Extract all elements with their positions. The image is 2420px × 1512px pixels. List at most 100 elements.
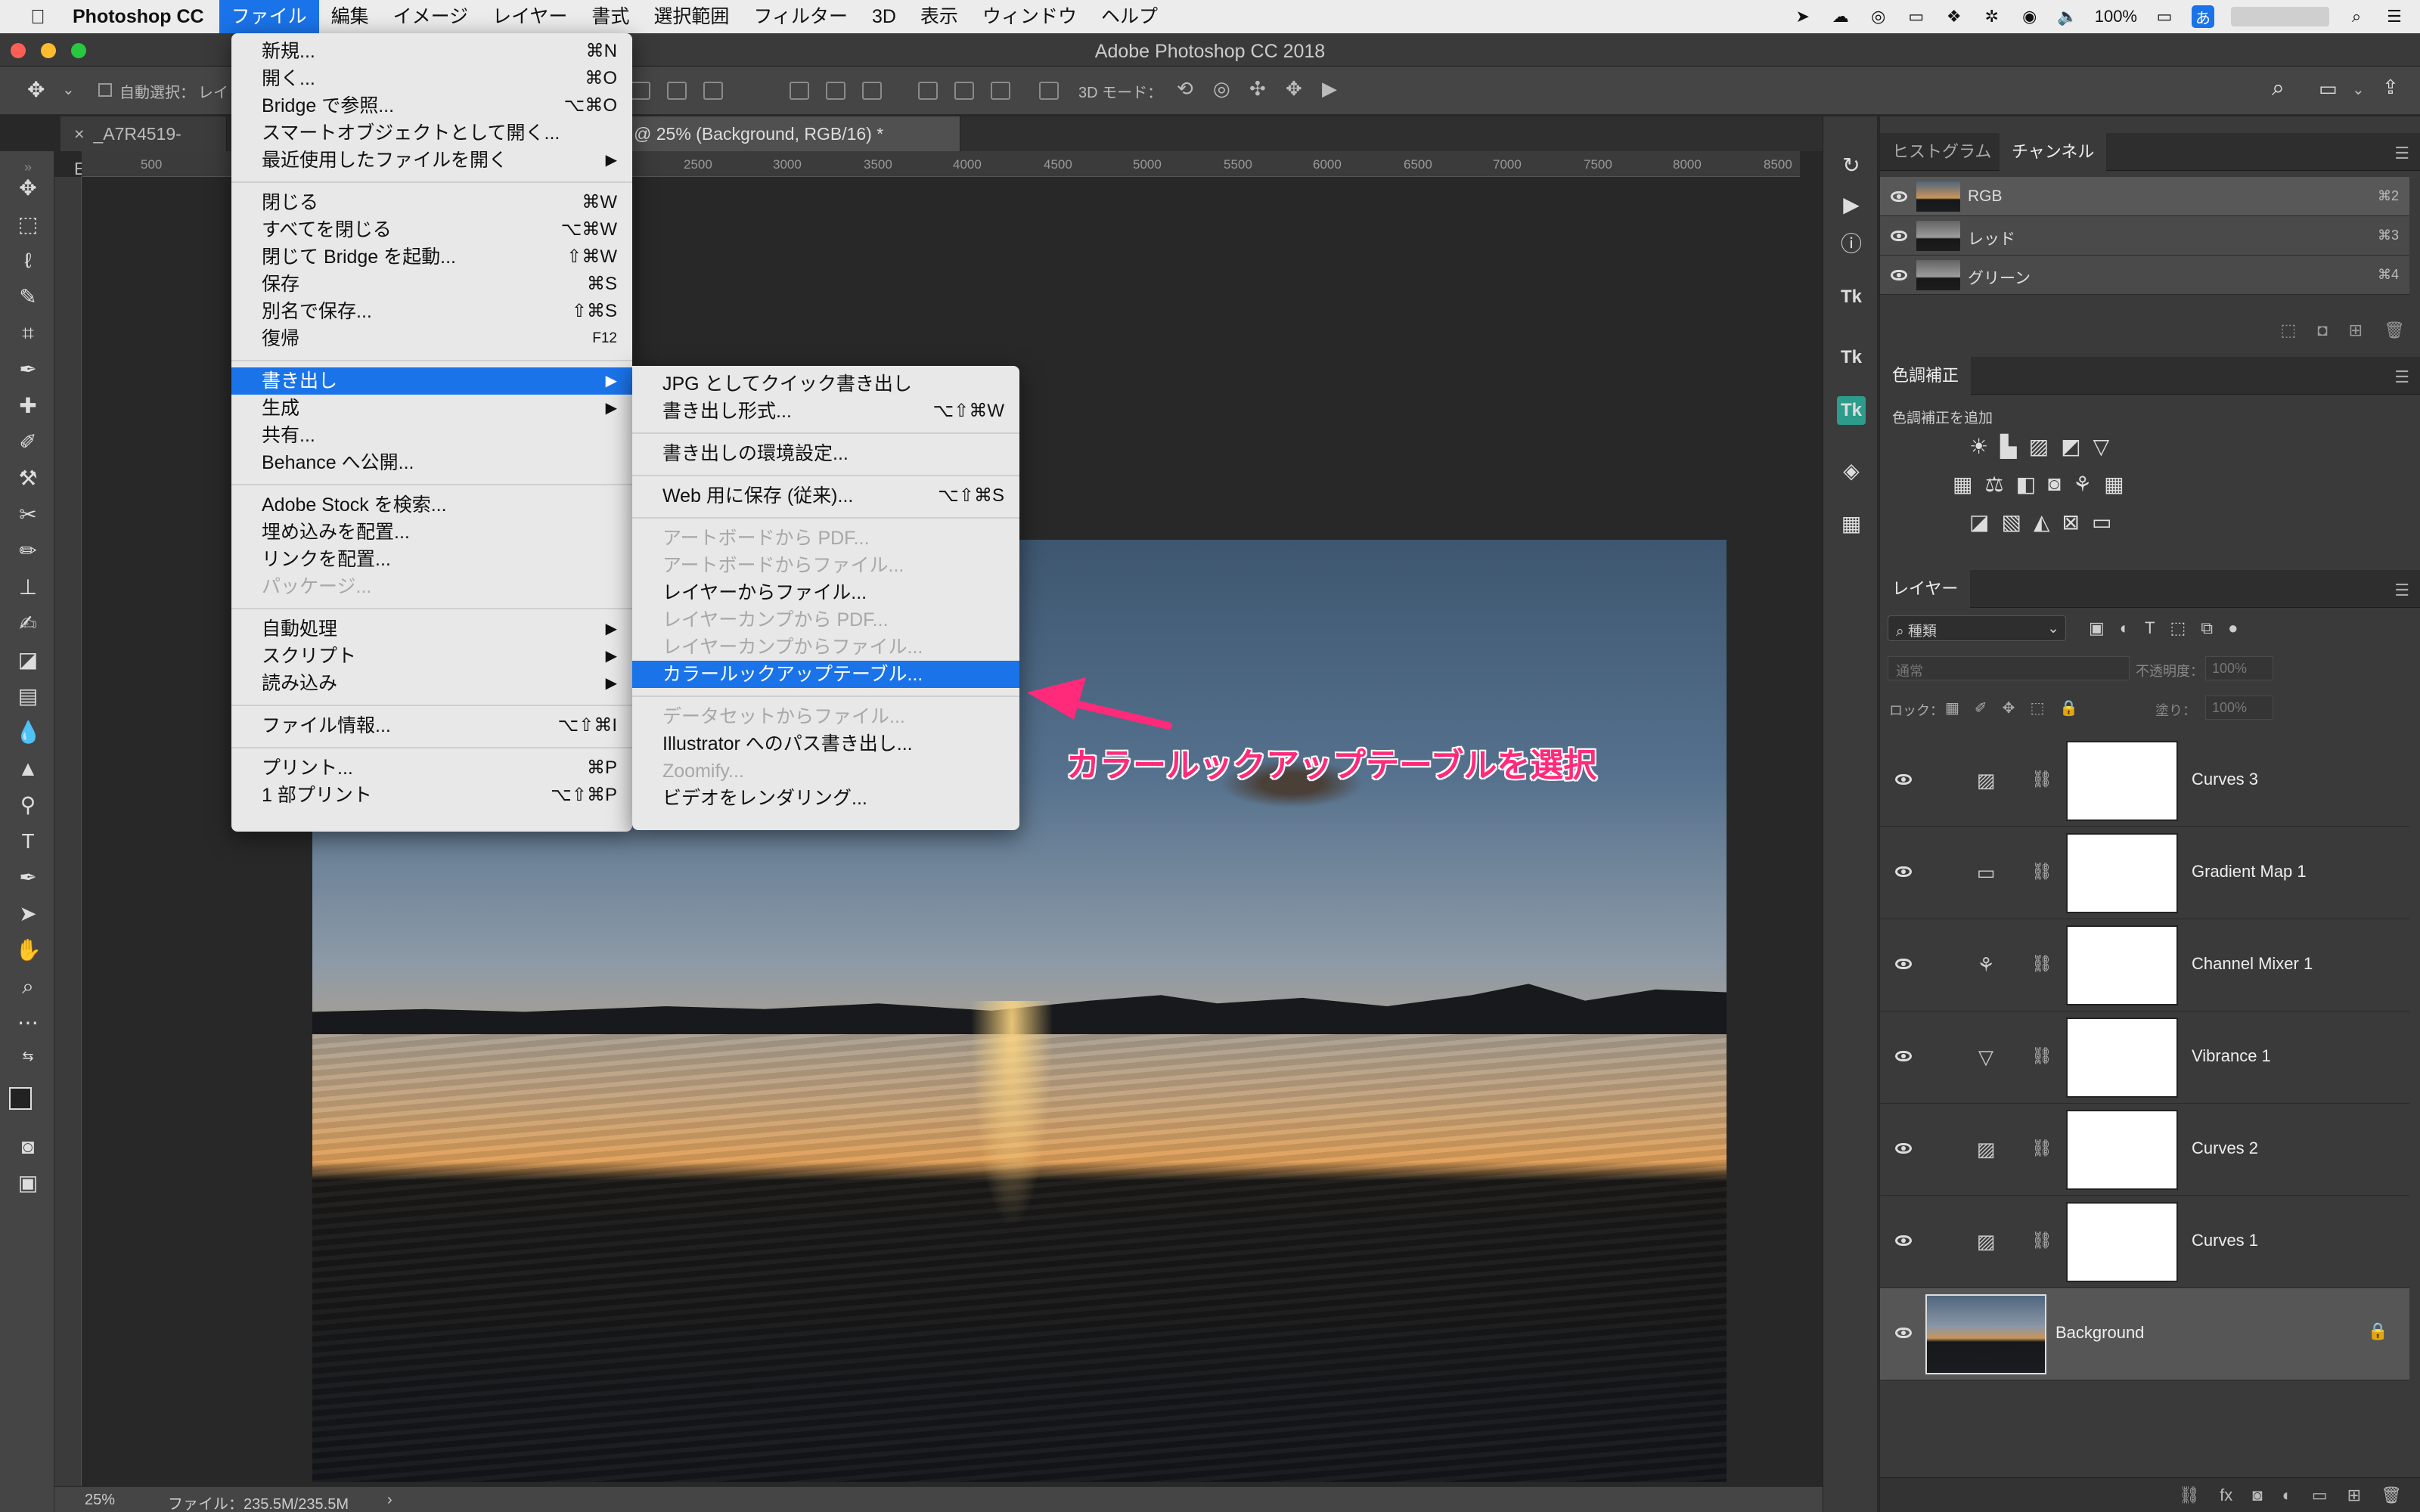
menu-item-save[interactable]: 保存 ⌘S bbox=[231, 271, 632, 298]
gradient-map-icon[interactable]: ▭ bbox=[2092, 510, 2111, 534]
filter-smart-object-icon[interactable]: ⧉ bbox=[2201, 618, 2213, 638]
layer-name[interactable]: Vibrance 1 bbox=[2192, 1046, 2271, 1066]
document-tab-active[interactable]: @ 25% (Background, RGB/16) * bbox=[620, 116, 960, 151]
layer-mask-thumbnail[interactable] bbox=[2066, 833, 2178, 913]
visibility-eye-icon[interactable] bbox=[1891, 191, 1907, 202]
menu-type[interactable]: 書式 bbox=[579, 0, 641, 33]
menu-image[interactable]: イメージ bbox=[381, 0, 481, 33]
tab-adjustments[interactable]: 色調補正 bbox=[1880, 357, 1972, 395]
layer-row[interactable]: ⚘ ⛓ Channel Mixer 1 bbox=[1880, 919, 2409, 1012]
apple-menu-icon[interactable]:  bbox=[23, 5, 53, 29]
layer-mask-thumbnail[interactable] bbox=[2066, 925, 2178, 1005]
channel-row-green[interactable]: グリーン ⌘4 bbox=[1880, 256, 2409, 295]
menu-filter[interactable]: フィルター bbox=[741, 0, 860, 33]
delete-channel-icon[interactable]: 🗑 bbox=[2384, 321, 2405, 340]
foreground-color-swatch[interactable] bbox=[9, 1087, 32, 1110]
channel-row-red[interactable]: レッド ⌘3 bbox=[1880, 216, 2409, 256]
tab-layers[interactable]: レイヤー bbox=[1880, 570, 1971, 608]
app-menu[interactable]: Photoshop CC bbox=[73, 6, 204, 28]
align-left-icon[interactable] bbox=[631, 82, 650, 100]
link-icon[interactable]: ⛓ bbox=[2031, 1139, 2052, 1158]
menu-item-close-go-bridge[interactable]: 閉じて Bridge を起動... ⇧⌘W bbox=[231, 243, 632, 271]
link-icon[interactable]: ⛓ bbox=[2031, 1046, 2052, 1066]
visibility-eye-icon[interactable] bbox=[1895, 959, 1912, 969]
distribute-right-icon[interactable] bbox=[991, 82, 1010, 100]
visibility-eye-icon[interactable] bbox=[1895, 1051, 1912, 1061]
direction-icon[interactable]: ➤ bbox=[1792, 6, 1813, 27]
blend-mode-dropdown[interactable]: 通常 bbox=[1888, 656, 2130, 680]
load-selection-icon[interactable]: ⬚ bbox=[2281, 321, 2297, 340]
menu-item-scripts[interactable]: スクリプト ▶ bbox=[231, 643, 632, 670]
filter-type-icon[interactable]: T bbox=[2145, 618, 2155, 638]
tk-teal-panel-icon[interactable]: Tk bbox=[1837, 396, 1866, 425]
visibility-eye-icon[interactable] bbox=[1895, 1328, 1912, 1338]
network-icon[interactable]: ✲ bbox=[1981, 6, 2003, 27]
distribute-left-icon[interactable] bbox=[918, 82, 938, 100]
3d-orbit-icon[interactable]: ⟲ bbox=[1177, 77, 1193, 101]
tool-preset-chevron-icon[interactable]: ⌄ bbox=[62, 80, 75, 99]
crop-tool-icon[interactable]: ⌗ bbox=[15, 321, 41, 346]
posterize-icon[interactable]: ▧ bbox=[2001, 510, 2021, 534]
exposure-icon[interactable]: ◩ bbox=[2061, 434, 2080, 459]
tab-channels[interactable]: チャンネル bbox=[2000, 133, 2107, 171]
tk-color-panel-icon[interactable]: Tk bbox=[1837, 343, 1866, 372]
threshold-icon[interactable]: ◭ bbox=[2034, 510, 2050, 534]
menu-item-revert[interactable]: 復帰 F12 bbox=[231, 325, 632, 352]
channel-mixer-icon[interactable]: ⚘ bbox=[2073, 472, 2092, 497]
panel-menu-icon[interactable]: ☰ bbox=[2394, 367, 2409, 387]
hue-saturation-icon[interactable]: ▦ bbox=[1953, 472, 1972, 497]
invert-icon[interactable]: ◪ bbox=[1969, 510, 1989, 534]
layer-row[interactable]: ▭ ⛓ Gradient Map 1 bbox=[1880, 827, 2409, 919]
link-layers-icon[interactable]: ⛓ bbox=[2179, 1486, 2200, 1505]
type-tool-icon[interactable]: T bbox=[15, 829, 41, 854]
history-brush-icon[interactable]: ✂ bbox=[15, 502, 41, 528]
menu-item-print-one-copy[interactable]: 1 部プリント ⌥⇧⌘P bbox=[231, 782, 632, 809]
layer-row-background[interactable]: Background 🔒 bbox=[1880, 1288, 2409, 1380]
properties-panel-icon[interactable]: ▦ bbox=[1837, 510, 1866, 538]
menu-item-print[interactable]: プリント... ⌘P bbox=[231, 754, 632, 782]
3d-scale-icon[interactable]: ▶ bbox=[1322, 77, 1337, 101]
align-center-icon[interactable] bbox=[667, 82, 687, 100]
menu-item-open-recent[interactable]: 最近使用したファイルを開く ▶ bbox=[231, 147, 632, 174]
menu-item-quick-export-jpg[interactable]: JPG としてクイック書き出し bbox=[632, 370, 1019, 398]
add-mask-icon[interactable]: ◙ bbox=[2252, 1486, 2262, 1505]
visibility-eye-icon[interactable] bbox=[1891, 231, 1907, 241]
distribute-bottom-icon[interactable] bbox=[862, 82, 882, 100]
search-icon[interactable]: ⌕ bbox=[2272, 76, 2285, 101]
distribute-top-icon[interactable] bbox=[790, 82, 809, 100]
lock-position-icon[interactable]: ✥ bbox=[2003, 699, 2015, 717]
volume-icon[interactable]: 🔈 bbox=[2057, 6, 2078, 27]
lock-image-icon[interactable]: ✐ bbox=[1975, 699, 1987, 717]
quick-mask-icon[interactable]: ◙ bbox=[15, 1134, 41, 1160]
notification-center-icon[interactable]: ☰ bbox=[2384, 6, 2405, 27]
visibility-eye-icon[interactable] bbox=[1895, 774, 1912, 785]
status-chevron-icon[interactable]: › bbox=[387, 1492, 392, 1509]
color-lookup-icon[interactable]: ▦ bbox=[2104, 472, 2124, 497]
3d-pan-icon[interactable]: ✣ bbox=[1249, 77, 1266, 101]
layer-row[interactable]: ▨ ⛓ Curves 2 bbox=[1880, 1104, 2409, 1196]
menu-file[interactable]: ファイル bbox=[219, 0, 319, 33]
new-channel-icon[interactable]: ⊞ bbox=[2349, 321, 2363, 340]
menu-view[interactable]: 表示 bbox=[908, 0, 970, 33]
menu-item-open-smart-object[interactable]: スマートオブジェクトとして開く... bbox=[231, 119, 632, 147]
panel-menu-icon[interactable]: ☰ bbox=[2394, 581, 2409, 600]
creative-cloud-icon[interactable]: ◎ bbox=[1868, 6, 1889, 27]
menu-item-file-info[interactable]: ファイル情報... ⌥⇧⌘I bbox=[231, 712, 632, 739]
tab-close-icon[interactable]: × bbox=[74, 124, 84, 144]
input-method-icon[interactable]: あ bbox=[2192, 5, 2214, 28]
menu-3d[interactable]: 3D bbox=[860, 0, 908, 33]
visibility-eye-icon[interactable] bbox=[1895, 1143, 1912, 1154]
move-tool-icon[interactable]: ✥ bbox=[27, 77, 45, 102]
menu-item-layers-to-files[interactable]: レイヤーからファイル... bbox=[632, 579, 1019, 606]
menu-window[interactable]: ウィンドウ bbox=[970, 0, 1089, 33]
layer-name[interactable]: Curves 3 bbox=[2192, 770, 2258, 789]
channel-row-rgb[interactable]: RGB ⌘2 bbox=[1880, 177, 2409, 216]
workspace-chevron-icon[interactable]: ⌄ bbox=[2352, 80, 2365, 99]
menu-item-automate[interactable]: 自動処理 ▶ bbox=[231, 615, 632, 643]
new-group-icon[interactable]: ▭ bbox=[2312, 1486, 2328, 1505]
delete-layer-icon[interactable]: 🗑 bbox=[2381, 1486, 2402, 1505]
menu-item-place-linked[interactable]: リンクを配置... bbox=[231, 546, 632, 573]
tk-panel-icon[interactable]: Tk bbox=[1837, 283, 1866, 311]
actions-panel-icon[interactable]: ▶ bbox=[1837, 191, 1866, 219]
filter-pixel-icon[interactable]: ▣ bbox=[2089, 618, 2105, 638]
